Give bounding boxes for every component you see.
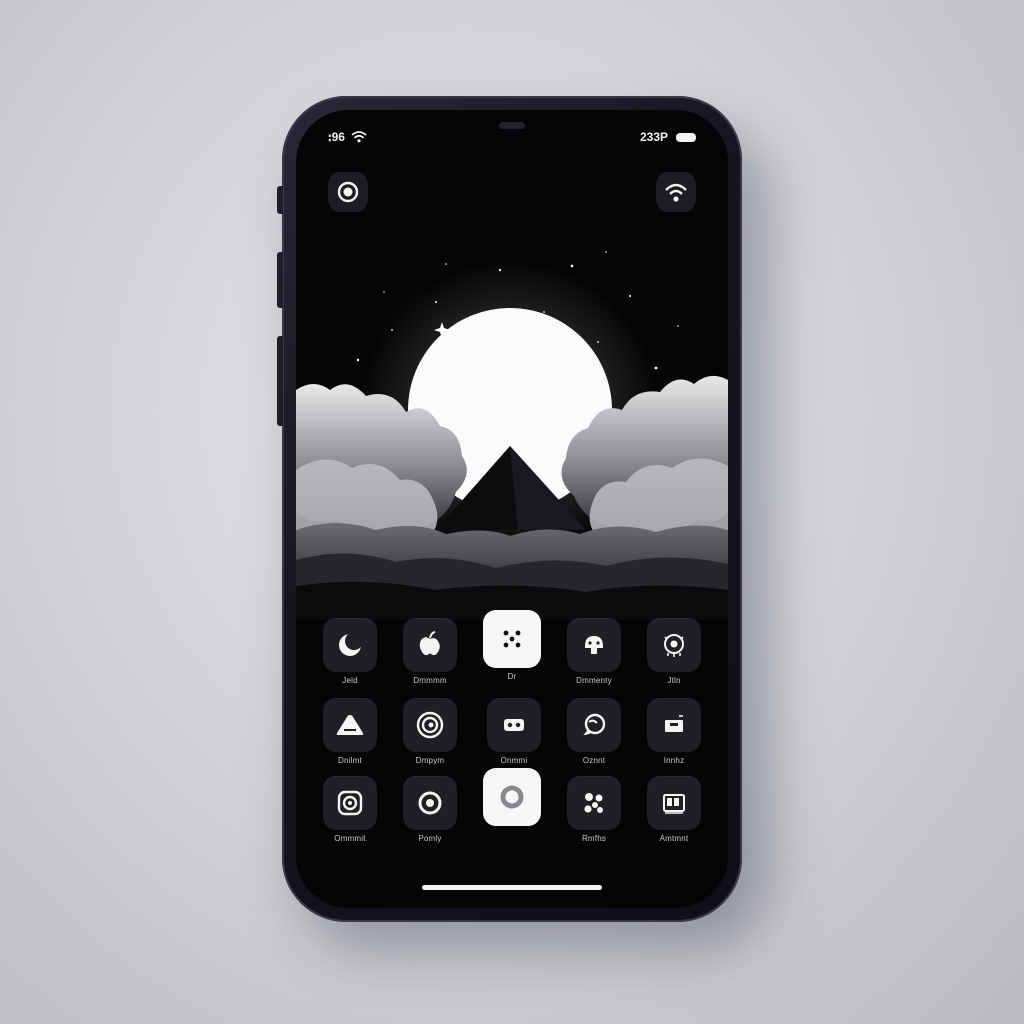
target-icon [416,711,444,739]
app-icon-tile[interactable] [647,618,701,672]
phone-frame: ꓽ96 233P Jeld Dmmmm Dr Dmmenty Jtln Dnil… [277,96,742,922]
status-right: 233P [640,130,696,144]
moon-icon [339,632,363,656]
app-label: Dmmenty [576,676,612,685]
home-indicator[interactable] [422,885,602,890]
app-icon-tile[interactable] [323,618,377,672]
app-icon-tile[interactable] [567,776,621,830]
app-icon-tile[interactable] [647,698,701,752]
app-item[interactable]: Dmpym [390,698,470,766]
app-icon-tile[interactable] [487,698,541,752]
battery-icon [676,132,696,142]
status-bar: ꓽ96 233P [296,130,728,154]
top-left-button[interactable] [328,172,368,212]
app-item[interactable]: Jtln [634,618,714,686]
eye-icon [664,634,684,657]
side-button-silent [277,186,283,214]
app-item[interactable]: Jeld [310,618,390,686]
ring-icon [500,785,524,809]
app-item[interactable]: Dnilmt [310,698,390,766]
app-label: Ommmit [334,834,366,843]
status-time: 233P [639,130,668,144]
side-button-volume-down [277,336,283,426]
triangle-icon [336,715,364,735]
app-label: Innhz [663,756,685,765]
chat-bubble-icon [583,713,606,735]
app-item[interactable]: Oznnt [554,698,634,766]
calendar-icon [663,794,685,814]
app-label: Dmmmm [413,676,447,685]
app-label: Oznnt [582,756,606,765]
app-item[interactable]: Dr [472,610,552,682]
app-icon-tile[interactable] [323,698,377,752]
status-left: ꓽ96 [328,130,367,144]
status-left-text: ꓽ96 [328,130,345,144]
app-label: Dnilmt [338,756,362,765]
app-item[interactable]: Dmmenty [554,618,634,686]
app-item[interactable]: Rmfhs [554,776,634,844]
app-icon-tile[interactable] [323,776,377,830]
spiral-icon [337,790,363,816]
wallpaper [296,251,728,620]
apple-icon [419,631,440,656]
app-label: Dr [507,672,517,681]
app-icon-tile[interactable] [403,618,457,672]
app-label: Dmpym [415,756,445,765]
flower-icon [584,793,603,813]
app-label: Amtmnt [659,834,689,843]
card-icon [665,715,683,732]
app-icon-tile[interactable] [567,698,621,752]
app-label: Pomly [418,834,442,843]
camera-ring-icon [337,181,359,203]
top-right-button[interactable] [656,172,696,212]
dynamic-island [499,122,525,129]
ghost-icon [585,636,603,654]
app-icon-tile[interactable] [567,618,621,672]
app-item[interactable]: Ommmit [310,776,390,844]
app-label: Onmmi [500,756,528,765]
two-dots-icon [504,719,524,731]
app-icon-tile[interactable] [403,776,457,830]
app-icon-tile[interactable] [483,768,541,826]
app-icon-tile[interactable] [483,610,541,668]
screen: ꓽ96 233P Jeld Dmmmm Dr Dmmenty Jtln Dnil… [296,110,728,908]
app-item[interactable]: Onmmi [474,698,554,766]
app-item[interactable]: Innhz [634,698,714,766]
wifi-broadcast-icon [665,183,687,202]
app-label: Jeld [342,676,358,685]
side-button-volume-up [277,252,283,308]
app-item[interactable]: Dmmmm [390,618,470,686]
app-icon-tile[interactable] [403,698,457,752]
app-label: Jtln [667,676,681,685]
app-item[interactable]: Pomly [390,776,470,844]
app-item[interactable]: Amtmnt [634,776,714,844]
wifi-icon [351,131,367,143]
record-icon [418,791,442,815]
app-label: Rmfhs [581,834,607,843]
grid-dots-icon [503,630,521,648]
app-item[interactable] [472,768,552,840]
app-icon-tile[interactable] [647,776,701,830]
